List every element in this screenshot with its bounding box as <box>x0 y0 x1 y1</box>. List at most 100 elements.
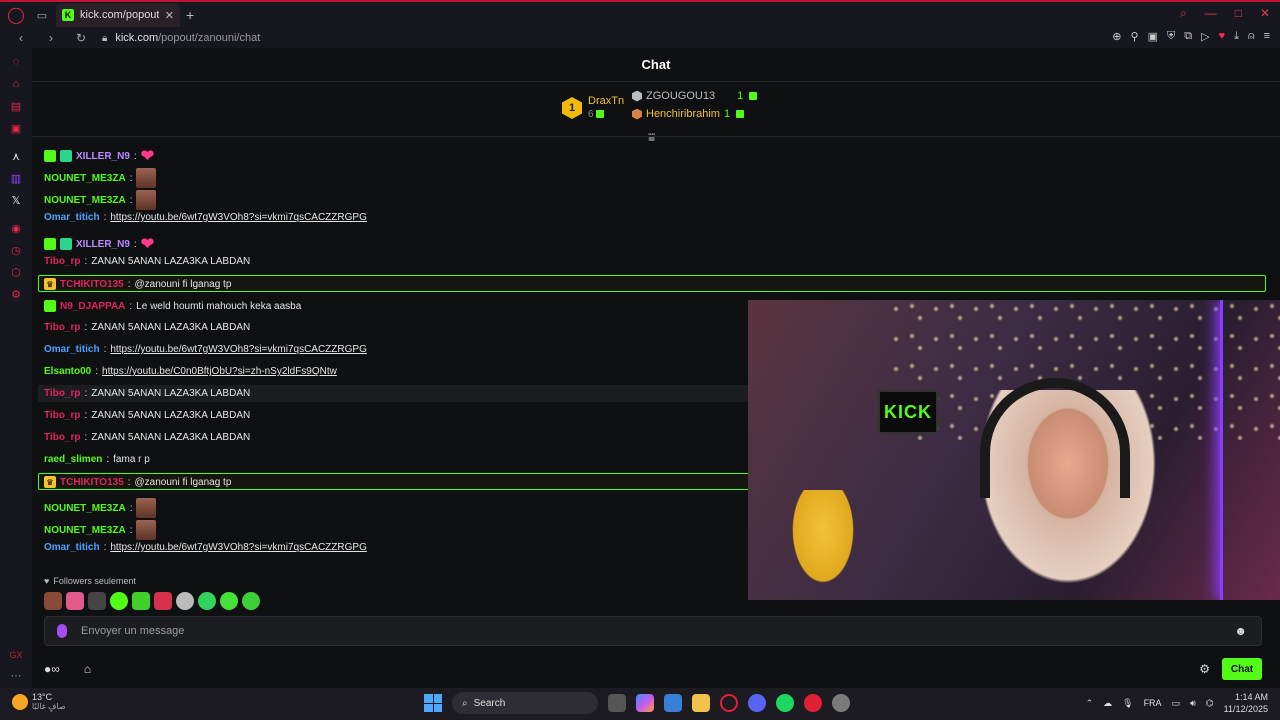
chat-message[interactable]: NOUNET_ME3ZA: <box>44 520 157 540</box>
profile-icon[interactable]: ⍝ <box>1248 30 1255 43</box>
emote-quick-7[interactable] <box>176 592 194 610</box>
heart-emote-icon[interactable]: ❤ <box>141 146 154 166</box>
display-icon[interactable]: ▭ <box>1172 698 1181 709</box>
emoji-picker-icon[interactable]: ☻ <box>1234 624 1247 638</box>
reload-icon[interactable]: ↻ <box>72 31 90 45</box>
gx-icon[interactable]: GX <box>9 650 22 660</box>
easy-setup-icon[interactable]: ≡ <box>1264 30 1270 43</box>
minimize-icon[interactable]: — <box>1205 6 1217 21</box>
pin-icon[interactable]: ⚲ <box>1131 30 1139 43</box>
heart-icon[interactable]: ♥ <box>1219 30 1226 43</box>
lock-icon[interactable]: 🔒︎ <box>102 33 107 44</box>
chat-username[interactable]: Tibo_rp <box>44 256 80 267</box>
settings-sidebar-icon[interactable]: ⚙ <box>6 284 26 304</box>
store-icon[interactable]: ⌂ <box>84 662 91 676</box>
stream-video[interactable]: KICK <box>748 300 1280 600</box>
url-field[interactable]: kick.com/popout/zanouni/chat <box>115 32 260 44</box>
microphone-icon[interactable]: 🎙︎ <box>1122 698 1133 709</box>
kick-sidebar-icon[interactable]: ⋏ <box>6 146 26 166</box>
spotify-icon[interactable] <box>776 694 794 712</box>
new-tab-icon[interactable]: + <box>186 7 194 23</box>
emote-quick-1[interactable] <box>44 592 62 610</box>
chat-username[interactable]: Elsanto00 <box>44 366 91 377</box>
twitch-icon[interactable]: ▥ <box>6 168 26 188</box>
emote-quick-6[interactable] <box>154 592 172 610</box>
tab-menu-icon[interactable]: ▭ <box>32 5 52 25</box>
chat-message[interactable]: N9_DJAPPAA: Le weld houmti mahouch keka a… <box>44 300 301 312</box>
face-emote-icon[interactable] <box>136 168 157 188</box>
kicks-icon[interactable]: ●∞ <box>44 662 60 676</box>
face-emote-icon[interactable] <box>136 498 157 518</box>
chat-message-link[interactable]: https://youtu.be/C0n0BftjObU?si=zh-nSy2l… <box>102 366 337 377</box>
heart-emote-icon[interactable]: ❤ <box>141 234 154 254</box>
emote-quick-3[interactable] <box>88 592 106 610</box>
chat-message[interactable]: Elsanto00: https://youtu.be/C0n0BftjObU?s… <box>44 366 337 377</box>
tray-overflow-icon[interactable]: ⌃ <box>1086 698 1094 709</box>
shield-icon[interactable]: ⛨ <box>1167 30 1175 43</box>
emote-quick-4[interactable] <box>110 592 128 610</box>
close-window-icon[interactable]: ✕ <box>1260 6 1270 21</box>
chat-message-link[interactable]: https://youtu.be/6wt7gW3VOh8?si=vkmi7qsC… <box>110 212 367 223</box>
weather-widget[interactable]: 13°C صافٍ غالبًا <box>12 692 66 711</box>
language-indicator[interactable]: FRA <box>1144 698 1162 708</box>
chat-message-link[interactable]: https://youtu.be/6wt7gW3VOh8?si=vkmi7qsC… <box>110 542 367 553</box>
clock[interactable]: 1:14 AM 11/12/2025 <box>1224 691 1268 715</box>
store-app-icon[interactable] <box>664 694 682 712</box>
task-view-icon[interactable] <box>608 694 626 712</box>
tab-close-icon[interactable]: ✕ <box>165 9 174 22</box>
gift-badge-icon[interactable] <box>60 150 72 162</box>
leaderboard-first[interactable]: 1 DraxTn 6 <box>562 94 624 122</box>
extensions-sidebar-icon[interactable]: ⬡ <box>6 262 26 282</box>
chat-username[interactable]: NOUNET_ME3ZA <box>44 525 126 536</box>
chat-username[interactable]: TCHIKITO135 <box>60 279 124 290</box>
emote-quick-5[interactable] <box>132 592 150 610</box>
leaderboard-second[interactable]: ZGOUGOU13 1 <box>632 90 758 102</box>
chat-username[interactable]: NOUNET_ME3ZA <box>44 503 126 514</box>
crown-badge-icon[interactable]: ♛ <box>44 278 56 290</box>
windows-start-icon[interactable] <box>424 694 442 712</box>
chat-settings-icon[interactable]: ⚙ <box>1199 662 1210 676</box>
green-badge-icon[interactable] <box>44 238 56 250</box>
chat-message-link[interactable]: https://youtu.be/6wt7gW3VOh8?si=vkmi7qsC… <box>110 344 367 355</box>
chat-message[interactable]: ♛ TCHIKITO135: @zanouni fi lganag tp <box>44 278 231 290</box>
chat-username[interactable]: XILLER_N9 <box>76 151 130 162</box>
steam-icon[interactable] <box>832 694 850 712</box>
file-explorer-icon[interactable] <box>692 694 710 712</box>
chat-username[interactable]: raed_slimen <box>44 454 102 465</box>
zoom-icon[interactable]: ⊕ <box>1112 30 1121 43</box>
opera-logo-icon[interactable]: ◯ <box>0 2 32 28</box>
search-tabs-icon[interactable]: ⌕ <box>1180 6 1187 21</box>
play-icon[interactable]: ▷ <box>1201 30 1209 43</box>
chat-message[interactable]: Tibo_rp: ZANAN 5ANAN LAZA3KA LABDAN <box>44 322 250 333</box>
shopping-icon[interactable]: ⌂ <box>6 74 26 94</box>
onedrive-icon[interactable]: ☁ <box>1103 698 1112 709</box>
sidebar-more-icon[interactable]: ⋯ <box>11 669 22 682</box>
crown-badge-icon[interactable]: ♛ <box>44 476 56 488</box>
chat-message[interactable]: raed_slimen: fama r p <box>44 454 150 465</box>
discord-icon[interactable] <box>748 694 766 712</box>
chat-username[interactable]: Omar_titich <box>44 542 100 553</box>
chat-message[interactable]: Omar_titich: https://youtu.be/6wt7gW3VOh8… <box>44 344 367 355</box>
news-icon[interactable]: ▣ <box>6 118 26 138</box>
aria-icon[interactable]: ◌ <box>6 52 26 72</box>
chat-message[interactable]: Tibo_rp: ZANAN 5ANAN LAZA3KA LABDAN <box>44 432 250 443</box>
messenger-icon[interactable]: ▤ <box>6 96 26 116</box>
green-badge-icon[interactable] <box>44 300 56 312</box>
send-chat-button[interactable]: Chat <box>1222 658 1262 680</box>
face-emote-icon[interactable] <box>136 520 157 540</box>
face-emote-icon[interactable] <box>136 190 157 210</box>
chat-input[interactable]: Envoyer un message ☻ <box>44 616 1262 646</box>
opera-icon[interactable] <box>804 694 822 712</box>
chat-username[interactable]: Omar_titich <box>44 212 100 223</box>
emote-quick-9[interactable] <box>220 592 238 610</box>
chat-username[interactable]: Tibo_rp <box>44 432 80 443</box>
history-icon[interactable]: ◷ <box>6 240 26 260</box>
opera-gx-taskbar-icon[interactable] <box>720 694 738 712</box>
chat-username[interactable]: Tibo_rp <box>44 410 80 421</box>
chat-message[interactable]: NOUNET_ME3ZA: <box>44 190 157 210</box>
chat-username[interactable]: XILLER_N9 <box>76 239 130 250</box>
leaderboard-third[interactable]: Henchiribrahim 1 <box>632 108 745 120</box>
collapse-leaderboard-icon[interactable]: ⩸ <box>648 130 655 145</box>
extensions-icon[interactable]: ⧉ <box>1184 30 1192 43</box>
chat-message[interactable]: XILLER_N9: ❤ <box>44 146 154 166</box>
